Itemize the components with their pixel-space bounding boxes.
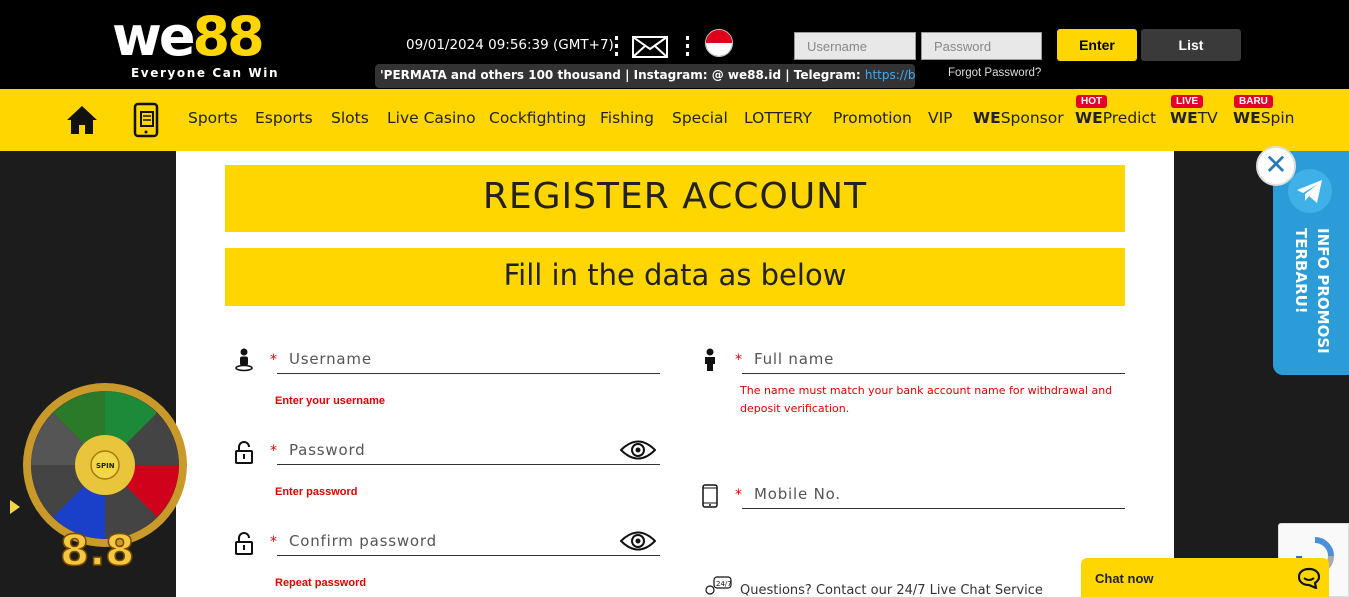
password-hint: Enter password bbox=[275, 486, 358, 498]
current-datetime: 09/01/2024 09:56:39 (GMT+7) bbox=[406, 37, 614, 53]
wheel-brand-88: 8.8 bbox=[60, 526, 134, 575]
separator-dots-icon bbox=[615, 36, 619, 56]
register-panel: REGISTER ACCOUNT Fill in the data as bel… bbox=[176, 151, 1174, 597]
nav-special[interactable]: Special bbox=[672, 109, 728, 127]
nav-vip[interactable]: VIP bbox=[928, 109, 953, 127]
register-subtitle: Fill in the data as below bbox=[225, 248, 1125, 306]
confirm-password-hint: Repeat password bbox=[275, 577, 367, 589]
svg-text:24/7: 24/7 bbox=[716, 580, 732, 588]
mail-icon[interactable] bbox=[632, 36, 668, 58]
baru-badge: BARU bbox=[1234, 95, 1273, 108]
telegram-link[interactable]: https://bit.ly/3gQrN4B bbox=[865, 68, 915, 82]
forgot-password-link[interactable]: Forgot Password? bbox=[948, 67, 1041, 79]
nav-cockfighting[interactable]: Cockfighting bbox=[489, 109, 586, 127]
eye-icon[interactable] bbox=[620, 530, 656, 552]
close-promo-button[interactable]: ✕ bbox=[1256, 146, 1296, 186]
full-name-hint: The name must match your bank account na… bbox=[740, 384, 1113, 415]
live-badge: LIVE bbox=[1171, 95, 1204, 108]
required-asterisk: * bbox=[735, 352, 742, 368]
hot-badge: HOT bbox=[1076, 95, 1108, 108]
nav-wetv[interactable]: WETV bbox=[1170, 109, 1218, 127]
spin-wheel-widget[interactable]: SPIN 8.8 bbox=[0, 380, 200, 597]
nav-wepredict[interactable]: WEPredict bbox=[1075, 109, 1156, 127]
required-asterisk: * bbox=[270, 352, 277, 368]
logo-wordmark: we88 bbox=[112, 5, 265, 68]
nav-esports[interactable]: Esports bbox=[255, 109, 313, 127]
spin-center-label: SPIN bbox=[96, 462, 115, 470]
full-name-input[interactable] bbox=[742, 344, 1125, 374]
live-chat-help-text[interactable]: Questions? Contact our 24/7 Live Chat Se… bbox=[740, 583, 1043, 597]
indonesia-flag-icon[interactable] bbox=[705, 29, 733, 57]
password-input[interactable] bbox=[277, 435, 660, 465]
lock-icon bbox=[235, 441, 253, 464]
login-enter-button[interactable]: Enter bbox=[1057, 29, 1137, 61]
logo-tagline: Everyone Can Win bbox=[131, 66, 280, 80]
promo-tab-label: INFO PROMOSI TERBARU! bbox=[1292, 228, 1332, 354]
required-asterisk: * bbox=[735, 487, 742, 503]
register-title: REGISTER ACCOUNT bbox=[225, 165, 1125, 232]
register-list-button[interactable]: List bbox=[1141, 29, 1241, 61]
home-icon[interactable] bbox=[66, 104, 98, 136]
chat-bubble-icon bbox=[1298, 567, 1320, 589]
top-header: we88 Everyone Can Win 09/01/2024 09:56:3… bbox=[0, 0, 1349, 89]
site-logo[interactable]: we88 Everyone Can Win bbox=[112, 8, 302, 83]
person-icon bbox=[705, 348, 715, 371]
user-icon bbox=[235, 348, 253, 372]
mobile-phone-icon bbox=[702, 484, 718, 508]
nav-lottery[interactable]: LOTTERY bbox=[744, 109, 812, 127]
chat-now-label: Chat now bbox=[1095, 571, 1154, 586]
main-nav: Sports Esports Slots Live Casino Cockfig… bbox=[0, 89, 1349, 151]
nav-wesponsor[interactable]: WESponsor bbox=[973, 109, 1064, 127]
required-asterisk: * bbox=[270, 534, 277, 550]
separator-dots-icon bbox=[686, 36, 690, 56]
nav-live-casino[interactable]: Live Casino bbox=[387, 109, 476, 127]
username-hint: Enter your username bbox=[275, 395, 386, 407]
login-password-input[interactable] bbox=[921, 32, 1042, 60]
nav-slots[interactable]: Slots bbox=[331, 109, 369, 127]
live-chat-24-7-icon: 24/7 bbox=[705, 576, 732, 595]
login-username-input[interactable] bbox=[794, 32, 916, 60]
required-asterisk: * bbox=[270, 443, 277, 459]
lock-icon bbox=[235, 532, 253, 555]
nav-fishing[interactable]: Fishing bbox=[600, 109, 654, 127]
confirm-password-input[interactable] bbox=[277, 526, 660, 556]
mobile-number-input[interactable] bbox=[742, 479, 1125, 509]
username-input[interactable] bbox=[277, 344, 660, 374]
eye-icon[interactable] bbox=[620, 439, 656, 461]
nav-promotion[interactable]: Promotion bbox=[833, 109, 912, 127]
marquee-text: 'PERMATA and others 100 thousand | Insta… bbox=[380, 68, 865, 82]
announcement-marquee: 'PERMATA and others 100 thousand | Insta… bbox=[375, 64, 915, 88]
mobile-app-icon[interactable] bbox=[133, 102, 159, 138]
nav-wespin[interactable]: WESpin bbox=[1233, 109, 1295, 127]
nav-sports[interactable]: Sports bbox=[188, 109, 238, 127]
live-chat-widget[interactable]: Chat now bbox=[1081, 558, 1329, 597]
